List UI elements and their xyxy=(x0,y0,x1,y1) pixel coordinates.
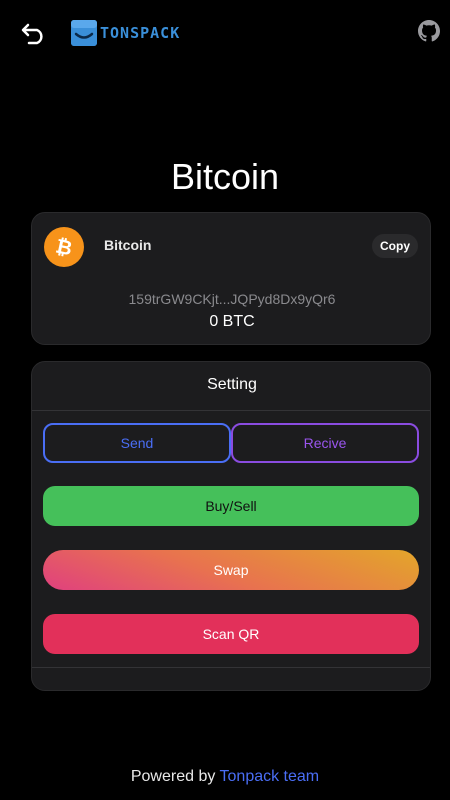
tonspack-logo: TONSPACK xyxy=(71,20,180,46)
recive-button[interactable]: Recive xyxy=(231,423,419,463)
scan-qr-button[interactable]: Scan QR xyxy=(43,614,419,654)
footer: Powered by Tonpack team xyxy=(0,768,450,786)
page-title: Bitcoin xyxy=(170,156,280,197)
wallet-address: 159trGW9CKjt...JQPyd8Dx9yQr6 xyxy=(128,291,336,307)
github-icon xyxy=(418,20,440,42)
logo-text: TONSPACK xyxy=(100,24,181,42)
send-button[interactable]: Send xyxy=(43,423,231,463)
back-button[interactable] xyxy=(20,18,48,46)
back-arrow-icon xyxy=(21,23,43,45)
divider xyxy=(32,410,430,411)
copy-button[interactable]: Copy xyxy=(372,234,418,258)
divider xyxy=(32,667,430,668)
footer-prefix: Powered by xyxy=(130,768,220,785)
wallet-card: ₿ Bitcoin Copy 159trGW9CKjt...JQPyd8Dx9y… xyxy=(31,212,431,345)
bitcoin-icon: ₿ xyxy=(44,227,84,267)
tonpack-team-link[interactable]: Tonpack team xyxy=(220,768,320,785)
svg-text:₿: ₿ xyxy=(54,235,75,259)
github-button[interactable] xyxy=(418,20,440,42)
wallet-balance: 0 BTC xyxy=(209,313,255,330)
swap-button[interactable]: Swap xyxy=(43,550,419,590)
settings-card: Setting Send Recive Buy/Sell Swap Scan Q… xyxy=(31,361,431,691)
logo-mark xyxy=(71,20,97,46)
settings-title: Setting xyxy=(207,376,257,393)
top-bar: TONSPACK xyxy=(0,0,450,64)
buy-sell-button[interactable]: Buy/Sell xyxy=(43,486,419,526)
coin-name: Bitcoin xyxy=(104,237,152,253)
